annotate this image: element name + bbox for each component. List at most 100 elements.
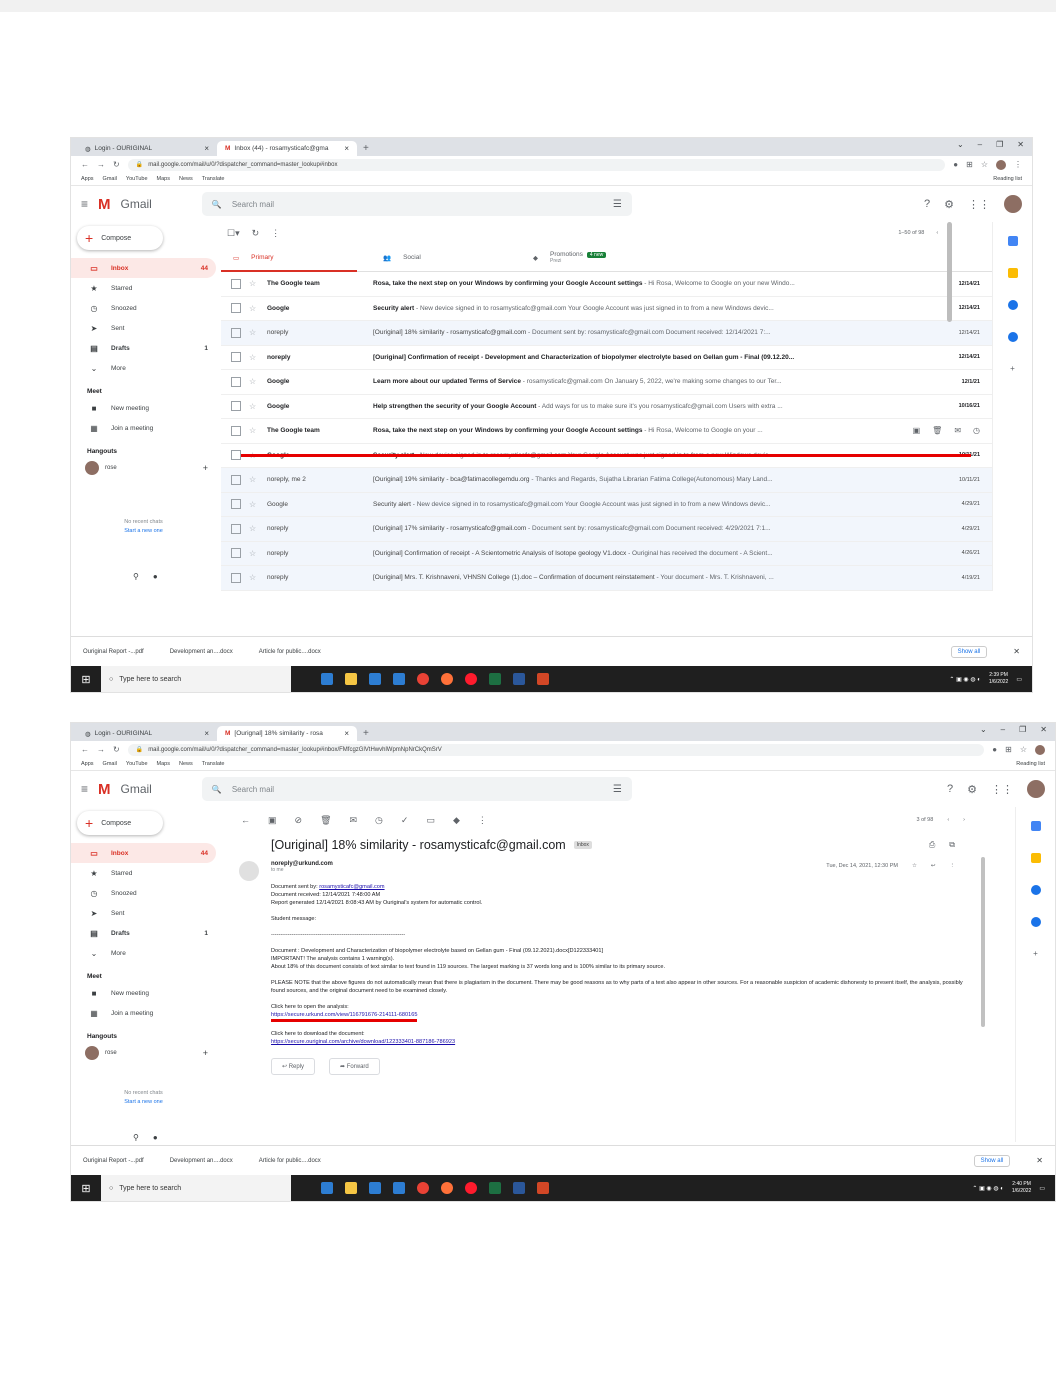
row-checkbox[interactable]	[231, 303, 241, 314]
search-options-icon[interactable]: ☰	[613, 784, 622, 795]
hamburger-menu-icon[interactable]: ≡	[81, 782, 88, 796]
row-checkbox[interactable]	[231, 572, 241, 583]
reading-list[interactable]: Reading list	[993, 176, 1022, 182]
more-vert-icon[interactable]: ⋮	[478, 815, 487, 826]
share-icon[interactable]: ⊞	[1005, 745, 1012, 754]
star-icon[interactable]: ☆	[249, 573, 263, 582]
star-icon[interactable]: ☆	[249, 279, 263, 288]
bookmark-star-icon[interactable]: ☆	[1020, 745, 1027, 754]
bookmark-translate[interactable]: Translate	[202, 761, 225, 767]
tray-icons[interactable]: ⌃ ▣ ◉ ◍ ◐	[949, 676, 980, 683]
close-icon[interactable]: ×	[344, 729, 349, 738]
star-icon[interactable]: ☆	[249, 475, 263, 484]
scrollbar[interactable]	[981, 857, 985, 1027]
help-icon[interactable]: ?	[924, 198, 930, 210]
search-input[interactable]: Search mail	[232, 785, 274, 794]
gmail-logo-icon[interactable]: M	[98, 196, 111, 213]
search-icon[interactable]: 🔍	[212, 785, 222, 794]
contacts-icon[interactable]	[1030, 917, 1041, 927]
restore-icon[interactable]: ❐	[996, 140, 1003, 149]
prev-page-icon[interactable]: ‹	[936, 230, 938, 236]
tab-social[interactable]: 👥 Social	[371, 244, 521, 271]
meet-new-meeting[interactable]: ■ New meeting	[71, 983, 216, 1003]
sidebar-item-inbox[interactable]: ▭ Inbox 44	[71, 843, 216, 863]
bookmark-gmail[interactable]: Gmail	[103, 176, 117, 182]
reply-button[interactable]: ↩ Reply	[271, 1058, 316, 1075]
table-row[interactable]: ☆ Google Learn more about our updated Term…	[221, 370, 992, 395]
excel-icon[interactable]	[489, 1182, 501, 1194]
hangouts-user[interactable]: rose +	[71, 458, 216, 478]
new-tab-button[interactable]: +	[357, 726, 375, 741]
tasks-icon[interactable]	[1007, 300, 1018, 310]
star-icon[interactable]: ☆	[249, 500, 263, 509]
add-addon-icon[interactable]: +	[1033, 949, 1038, 958]
search-options-icon[interactable]: ☰	[613, 199, 622, 210]
url-field[interactable]: 🔒 mail.google.com/mail/u/0/?dispatcher_co…	[127, 743, 985, 756]
row-checkbox[interactable]	[231, 523, 241, 534]
more-vert-icon[interactable]: ⋮	[950, 863, 956, 869]
search-input[interactable]: Search mail	[232, 200, 274, 209]
download-item-3[interactable]: Article for public....docx	[259, 1158, 321, 1164]
star-icon[interactable]: ☆	[249, 426, 263, 435]
reload-icon[interactable]: ↻	[113, 745, 120, 754]
keep-icon[interactable]	[1007, 268, 1018, 278]
browser-tab-message[interactable]: M [Ourignal] 18% similarity - rosa ×	[217, 726, 357, 741]
table-row[interactable]: ☆ Google Security alert - New device signe…	[221, 492, 992, 517]
key-icon[interactable]: ●	[953, 160, 958, 169]
table-row[interactable]: ☆ noreply [Ouriginal] Confirmation of rece…	[221, 541, 992, 566]
table-row[interactable]: ☆ Google Security alert - New device signe…	[221, 296, 992, 321]
download-item-2[interactable]: Development an....docx	[170, 649, 233, 655]
gmail-logo-icon[interactable]: M	[98, 781, 111, 798]
add-addon-icon[interactable]: +	[1010, 364, 1015, 373]
row-checkbox[interactable]	[231, 278, 241, 289]
sidebar-item-drafts[interactable]: ▤ Drafts 1	[71, 338, 216, 358]
taskbar-search[interactable]: ○ Type here to search	[101, 1175, 291, 1201]
download-item-1[interactable]: Ouriginal Report -...pdf	[83, 1158, 144, 1164]
search-icon[interactable]: 🔍	[212, 200, 222, 209]
recipient[interactable]: to me	[271, 867, 333, 873]
opera-icon[interactable]	[465, 673, 477, 685]
close-downloads-icon[interactable]: ✕	[1036, 1156, 1043, 1165]
row-checkbox[interactable]	[231, 376, 241, 387]
bookmark-maps[interactable]: Maps	[157, 761, 170, 767]
url-field[interactable]: 🔒 mail.google.com/mail/u/0/?dispatcher_co…	[127, 158, 946, 171]
person-icon[interactable]: ⚲	[133, 572, 139, 581]
bookmark-news[interactable]: News	[179, 176, 193, 182]
back-icon[interactable]: ←	[81, 745, 89, 754]
excel-icon[interactable]	[489, 673, 501, 685]
tab-search-icon[interactable]: ⌄	[980, 725, 987, 734]
compose-button[interactable]: + Compose	[77, 226, 163, 250]
sidebar-item-starred[interactable]: ★ Starred	[71, 278, 216, 298]
minimize-icon[interactable]: –	[978, 140, 982, 149]
show-all-button[interactable]: Show all	[950, 645, 988, 658]
notification-icon[interactable]: ▭	[1016, 676, 1022, 683]
table-row[interactable]: ☆ The Google team Rosa, take the next step…	[221, 419, 992, 444]
account-avatar[interactable]	[1004, 195, 1022, 213]
sidebar-item-sent[interactable]: ➤ Sent	[71, 903, 216, 923]
bookmark-youtube[interactable]: YouTube	[126, 761, 148, 767]
sidebar-item-sent[interactable]: ➤ Sent	[71, 318, 216, 338]
star-icon[interactable]: ☆	[249, 353, 263, 362]
table-row[interactable]: ☆ noreply [Ouriginal] 18% similarity - ros…	[221, 321, 992, 346]
reply-icon[interactable]: ↩	[931, 863, 936, 869]
star-icon[interactable]: ☆	[249, 304, 263, 313]
close-icon[interactable]: ×	[204, 144, 209, 153]
sent-by-email-link[interactable]: rosamysticafc@gmail.com	[319, 884, 384, 890]
sidebar-item-inbox[interactable]: ▭ Inbox 44	[71, 258, 216, 278]
bookmark-apps[interactable]: Apps	[81, 176, 94, 182]
browser-tab-login[interactable]: ◍ Login - OURIGINAL ×	[77, 726, 217, 741]
opera-icon[interactable]	[465, 1182, 477, 1194]
close-icon[interactable]: ×	[344, 144, 349, 153]
add-chat-icon[interactable]: +	[203, 463, 216, 473]
meet-join-meeting[interactable]: ▦ Join a meeting	[71, 418, 216, 438]
settings-gear-icon[interactable]: ⚙	[944, 198, 954, 211]
table-row[interactable]: ☆ The Google team Rosa, take the next step…	[221, 272, 992, 297]
meet-join-meeting[interactable]: ▦ Join a meeting	[71, 1003, 216, 1023]
bookmark-maps[interactable]: Maps	[157, 176, 170, 182]
meet-new-meeting[interactable]: ■ New meeting	[71, 398, 216, 418]
star-icon[interactable]: ☆	[249, 328, 263, 337]
bookmark-translate[interactable]: Translate	[202, 176, 225, 182]
contacts-icon[interactable]	[1007, 332, 1018, 342]
keep-icon[interactable]	[1030, 853, 1041, 863]
row-checkbox[interactable]	[231, 352, 241, 363]
